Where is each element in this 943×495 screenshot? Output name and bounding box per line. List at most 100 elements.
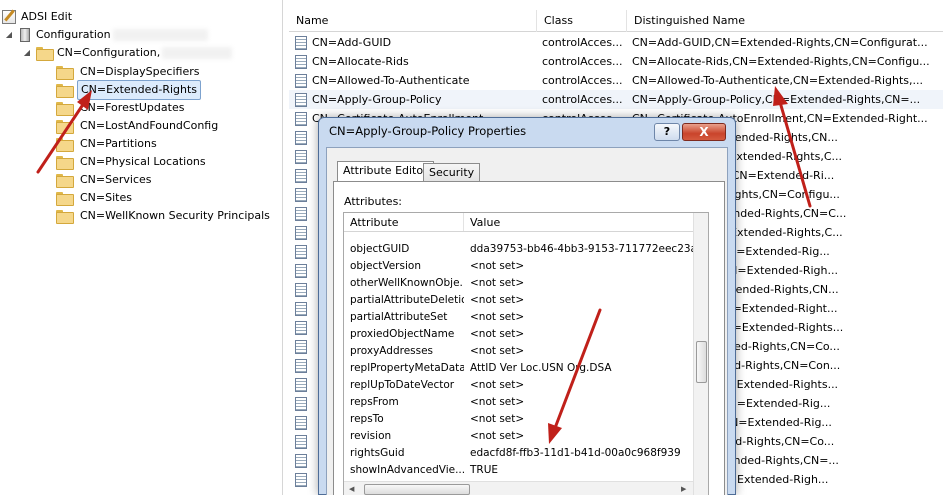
attribute-value: AttID Ver Loc.USN Org.DSA	[470, 362, 612, 374]
folder-icon	[56, 210, 74, 224]
folder-icon	[56, 66, 74, 80]
tree-node-cn-configuration[interactable]: ◢ CN=Configuration,	[22, 44, 233, 62]
list-row[interactable]: CN=Add-GUID controlAcces... CN=Add-GUID,CN…	[289, 33, 943, 52]
attribute-row[interactable]: rightsGuid edacfd8f-ffb3-11d1-b41d-00a0c9…	[344, 445, 693, 462]
tree-node-label: CN=Configuration,	[57, 46, 161, 59]
collapse-arrow-icon[interactable]: ◢	[22, 44, 32, 62]
object-icon	[295, 168, 307, 183]
attribute-value: <not set>	[470, 345, 525, 357]
attribute-name: replUpToDateVector	[350, 379, 455, 391]
tree-node-label: CN=Partitions	[80, 137, 157, 150]
tab-security[interactable]: Security	[423, 163, 481, 181]
list-row[interactable]: CN=Apply-Group-Policy controlAcces... CN=A…	[289, 90, 943, 109]
column-header-name[interactable]: Name	[289, 10, 537, 32]
attribute-value: <not set>	[470, 260, 525, 272]
tree-node-child[interactable]: CN=LostAndFoundConfig	[56, 117, 221, 135]
attribute-row[interactable]: proxyAddresses <not set>	[344, 343, 693, 360]
object-icon	[295, 187, 307, 202]
attribute-row[interactable]: repsTo <not set>	[344, 411, 693, 428]
tree-node-child[interactable]: CN=Extended-Rights	[56, 80, 202, 100]
tree-node-configuration[interactable]: ◢ Configuration	[4, 26, 208, 44]
dialog-title: CN=Apply-Group-Policy Properties	[329, 124, 527, 138]
object-icon	[295, 244, 307, 259]
attribute-row[interactable]: repsFrom <not set>	[344, 394, 693, 411]
object-icon	[295, 472, 307, 487]
object-icon	[295, 301, 307, 316]
scroll-right-icon[interactable]: ▶	[681, 485, 686, 493]
horizontal-scrollbar[interactable]: ◀ ▶	[344, 481, 693, 495]
attribute-row[interactable]: objectVersion <not set>	[344, 258, 693, 275]
object-icon	[295, 73, 307, 88]
redacted-server-name	[112, 29, 208, 41]
list-cell-name: CN=Apply-Group-Policy	[289, 90, 537, 109]
column-header-class[interactable]: Class	[537, 10, 627, 32]
attribute-row[interactable]: replPropertyMetaData AttID Ver Loc.USN Or…	[344, 360, 693, 377]
column-header-dn[interactable]: Distinguished Name	[627, 10, 943, 32]
attribute-row[interactable]: showInAdvancedVie... TRUE	[344, 462, 693, 479]
grid-column-attribute[interactable]: Attribute	[344, 213, 464, 231]
adsi-edit-icon	[2, 10, 16, 24]
tree-node-label: CN=Sites	[80, 191, 132, 204]
attribute-value: <not set>	[470, 277, 525, 289]
object-icon	[295, 111, 307, 126]
dialog-body: Attribute Editor Security Attributes: At…	[326, 147, 728, 495]
vertical-scroll-thumb[interactable]	[696, 341, 707, 383]
attribute-name: objectVersion	[350, 260, 421, 272]
tab-attribute-editor[interactable]: Attribute Editor	[337, 161, 434, 181]
tree-pane: ADSI Edit ◢ Configuration ◢ CN=Configura…	[0, 0, 283, 495]
attribute-value: <not set>	[470, 294, 525, 306]
attribute-value: <not set>	[470, 413, 525, 425]
tree-node-child[interactable]: CN=Physical Locations	[56, 153, 209, 171]
tree-node-child[interactable]: CN=Partitions	[56, 135, 160, 153]
tree-node-child[interactable]: CN=Sites	[56, 189, 135, 207]
properties-dialog: CN=Apply-Group-Policy Properties ? X Att…	[318, 117, 736, 495]
tree-root[interactable]: ADSI Edit	[2, 8, 72, 26]
tree-node-label: CN=WellKnown Security Principals	[80, 209, 270, 222]
tree-node-child[interactable]: CN=ForestUpdates	[56, 99, 187, 117]
object-icon	[295, 35, 307, 50]
attribute-name: revision	[350, 430, 392, 442]
object-icon	[295, 377, 307, 392]
tree-node-child[interactable]: CN=WellKnown Security Principals	[56, 207, 273, 225]
object-icon	[295, 92, 307, 107]
attribute-row[interactable]: revision <not set>	[344, 428, 693, 445]
tree-node-child[interactable]: CN=Services	[56, 171, 155, 189]
tree-node-child[interactable]: CN=DisplaySpecifiers	[56, 63, 202, 81]
scroll-left-icon[interactable]: ◀	[349, 485, 354, 493]
close-button[interactable]: X	[682, 123, 726, 141]
list-header: Name Class Distinguished Name	[289, 10, 943, 32]
list-row[interactable]: CN=Allocate-Rids controlAcces... CN=Alloca…	[289, 52, 943, 71]
list-cell-dn: CN=Allocate-Rids,CN=Extended-Rights,CN=C…	[632, 55, 930, 68]
folder-icon	[56, 102, 74, 116]
attribute-row[interactable]: partialAttributeDeletio... <not set>	[344, 292, 693, 309]
help-button[interactable]: ?	[654, 123, 680, 141]
attribute-row[interactable]: replUpToDateVector <not set>	[344, 377, 693, 394]
attribute-value: <not set>	[470, 430, 525, 442]
list-cell-class: controlAcces...	[542, 55, 623, 68]
attribute-name: partialAttributeDeletio...	[350, 294, 464, 306]
attribute-name: replPropertyMetaData	[350, 362, 464, 374]
vertical-scrollbar[interactable]	[693, 213, 708, 495]
tree-node-label: CN=DisplaySpecifiers	[80, 65, 200, 78]
attribute-name: rightsGuid	[350, 447, 405, 459]
list-row[interactable]: CN=Allowed-To-Authenticate controlAcces..…	[289, 71, 943, 90]
object-icon	[295, 263, 307, 278]
tree-node-label: CN=Extended-Rights	[77, 80, 202, 100]
tree-node-label: CN=Physical Locations	[80, 155, 206, 168]
list-cell-name: CN=Allocate-Rids	[289, 52, 537, 71]
collapse-arrow-icon[interactable]: ◢	[4, 26, 14, 44]
list-cell-dn: CN=Add-GUID,CN=Extended-Rights,CN=Config…	[632, 36, 928, 49]
attribute-row[interactable]: partialAttributeSet <not set>	[344, 309, 693, 326]
attribute-value: edacfd8f-ffb3-11d1-b41d-00a0c968f939	[470, 447, 681, 459]
attribute-row[interactable]: proxiedObjectName <not set>	[344, 326, 693, 343]
folder-icon	[56, 192, 74, 206]
attribute-row[interactable]: objectGUID dda39753-bb46-4bb3-9153-711772…	[344, 241, 693, 258]
grid-column-value[interactable]: Value	[464, 213, 693, 231]
object-icon	[295, 339, 307, 354]
folder-icon	[36, 47, 54, 61]
attribute-row[interactable]: otherWellKnownObje... <not set>	[344, 275, 693, 292]
object-icon	[295, 358, 307, 373]
object-icon	[295, 396, 307, 411]
object-icon	[295, 320, 307, 335]
horizontal-scroll-thumb[interactable]	[364, 484, 470, 495]
